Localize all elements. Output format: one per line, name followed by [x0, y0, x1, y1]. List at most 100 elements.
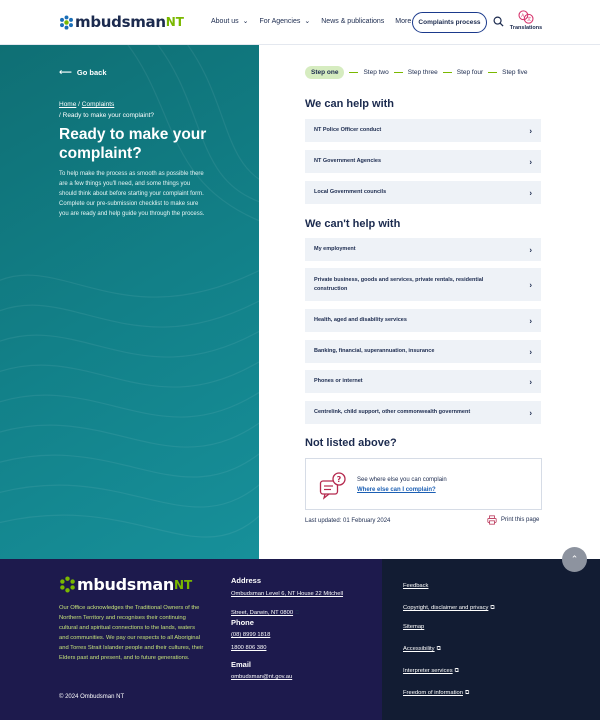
where-else-text: See where else you can complain	[357, 477, 447, 483]
printer-icon	[487, 515, 497, 525]
address-line-2[interactable]: Street, Darwin, NT 0800	[231, 610, 293, 616]
can-help-item[interactable]: NT Police Officer conduct ›	[305, 119, 541, 142]
address-line-1[interactable]: Ombudsman Level 6, NT House 22 Mitchell	[231, 588, 343, 601]
cant-help-item[interactable]: Centrelink, child support, other commonw…	[305, 401, 541, 424]
site-header: mbudsman NT About us ⌄ For Agencies ⌄ Ne…	[0, 0, 600, 45]
breadcrumb-current: Ready to make your complaint?	[62, 112, 155, 119]
item-label: My employment	[314, 246, 356, 252]
phone-heading: Phone	[231, 618, 254, 627]
complaints-process-button[interactable]: Complaints process	[412, 12, 487, 33]
nav-label: For Agencies	[259, 17, 301, 25]
page-title: Ready to make your complaint?	[59, 126, 207, 162]
svg-text:A: A	[521, 13, 524, 19]
step-four[interactable]: Step four	[457, 69, 483, 76]
last-updated: Last updated: 01 February 2024	[305, 518, 391, 524]
step-one[interactable]: Step one	[305, 66, 345, 79]
cant-help-item[interactable]: Health, aged and disability services ›	[305, 309, 541, 332]
copyright-text: © 2024 Ombudsman NT	[59, 694, 125, 700]
can-help-item[interactable]: NT Government Agencies ›	[305, 150, 541, 173]
logo-suffix: NT	[165, 15, 184, 29]
nav-label: More	[395, 17, 412, 25]
nav-for-agencies[interactable]: For Agencies ⌄	[259, 17, 311, 26]
site-logo[interactable]: mbudsman NT	[59, 13, 184, 31]
item-label: NT Government Agencies	[314, 158, 382, 164]
item-label: Private business, goods and services, pr…	[314, 276, 484, 292]
footer-link-interpreter[interactable]: Interpreter services	[403, 668, 453, 674]
item-label: Local Government councils	[314, 189, 387, 195]
ombudsman-flower-icon	[60, 14, 73, 30]
go-back-link[interactable]: ⟵ Go back	[59, 67, 107, 78]
cant-help-item[interactable]: Private business, goods and services, pr…	[305, 268, 541, 301]
email-heading: Email	[231, 660, 252, 669]
hero-description: To help make the process as smooth as po…	[59, 171, 205, 217]
where-else-card: ? See where else you can complain Where …	[305, 458, 542, 510]
chevron-right-icon: ›	[529, 188, 532, 197]
footer-link-item[interactable]: Freedom of information ⧉	[403, 681, 495, 703]
footer-link-feedback[interactable]: Feedback	[403, 577, 495, 596]
step-connector	[442, 72, 452, 73]
logo-suffix: NT	[173, 577, 193, 592]
print-page-button[interactable]: Print this page	[487, 515, 539, 525]
translations-button[interactable]: A 文 Translations	[508, 10, 544, 31]
can-help-item[interactable]: Local Government councils ›	[305, 181, 541, 204]
step-two[interactable]: Step two	[363, 69, 388, 76]
external-link-icon: ⧉	[464, 690, 470, 696]
footer-address: Address Ombudsman Level 6, NT House 22 M…	[231, 576, 343, 620]
progress-steps: Step one Step two Step three Step four S…	[305, 66, 527, 79]
footer-link-item[interactable]: Copyright, disclaimer and privacy ⧉	[403, 596, 495, 618]
translate-icon: A 文	[518, 10, 534, 24]
where-else-link[interactable]: Where else can I complain?	[357, 487, 436, 493]
footer-link-foi[interactable]: Freedom of information	[403, 690, 463, 696]
nav-news-publications[interactable]: News & publications	[321, 18, 384, 25]
footer-link-item[interactable]: Interpreter services ⧉	[403, 659, 495, 681]
phone-link[interactable]: 1800 806 380	[231, 642, 270, 655]
translations-label: Translations	[509, 25, 543, 31]
print-label: Print this page	[501, 517, 540, 523]
can-help-heading: We can help with	[305, 98, 395, 110]
step-three[interactable]: Step three	[408, 69, 438, 76]
step-five[interactable]: Step five	[502, 69, 527, 76]
item-label: Banking, financial, superannuation, insu…	[314, 348, 435, 354]
footer-logo[interactable]: mbudsman NT	[59, 575, 192, 594]
chevron-right-icon: ›	[529, 408, 532, 417]
breadcrumb-complaints[interactable]: Complaints	[82, 101, 115, 108]
chevron-right-icon: ›	[529, 316, 532, 325]
search-icon[interactable]	[493, 16, 504, 27]
external-link-icon: ⧉	[454, 668, 459, 674]
footer-link-list: Feedback Copyright, disclaimer and priva…	[403, 577, 495, 703]
nav-about-us[interactable]: About us ⌄	[211, 17, 249, 26]
step-connector	[349, 72, 359, 73]
phone-link[interactable]: (08) 8999 1818	[231, 629, 270, 642]
address-heading: Address	[231, 576, 262, 585]
footer-link-item[interactable]: Feedback	[403, 577, 495, 596]
item-label: Health, aged and disability services	[314, 317, 407, 323]
breadcrumb-home[interactable]: Home	[59, 101, 76, 108]
cant-help-item[interactable]: Phones or internet ›	[305, 370, 541, 393]
nav-label: About us	[211, 17, 239, 25]
external-link-icon: ⧉	[295, 610, 300, 616]
decorative-wave-pattern	[0, 45, 259, 538]
footer-link-sitemap[interactable]: Sitemap	[403, 618, 495, 637]
item-label: Centrelink, child support, other commonw…	[314, 409, 471, 415]
arrow-left-icon: ⟵	[59, 67, 72, 77]
ombudsman-flower-icon	[60, 576, 75, 593]
main-nav: About us ⌄ For Agencies ⌄ News & publica…	[211, 17, 432, 26]
external-link-icon: ⧉	[490, 605, 495, 611]
cant-help-item[interactable]: Banking, financial, superannuation, insu…	[305, 340, 541, 363]
email-link[interactable]: ombudsman@nt.gov.au	[231, 671, 292, 684]
cant-help-heading: We can't help with	[305, 218, 401, 230]
chevron-right-icon: ›	[529, 126, 532, 135]
chevron-right-icon: ›	[529, 280, 532, 289]
nav-label: News & publications	[321, 17, 385, 25]
footer-link-item[interactable]: Sitemap	[403, 618, 495, 637]
cant-help-item[interactable]: My employment ›	[305, 238, 541, 261]
chevron-down-icon: ⌄	[242, 18, 249, 25]
chevron-down-icon: ⌄	[304, 18, 311, 25]
footer-link-accessibility[interactable]: Accessibility	[403, 646, 435, 652]
chevron-right-icon: ›	[529, 347, 532, 356]
scroll-to-top-button[interactable]: ⌃	[562, 547, 587, 572]
footer-link-copyright[interactable]: Copyright, disclaimer and privacy	[403, 605, 488, 611]
step-connector	[393, 72, 403, 73]
step-connector	[488, 72, 498, 73]
footer-link-item[interactable]: Accessibility ⧉	[403, 637, 495, 659]
